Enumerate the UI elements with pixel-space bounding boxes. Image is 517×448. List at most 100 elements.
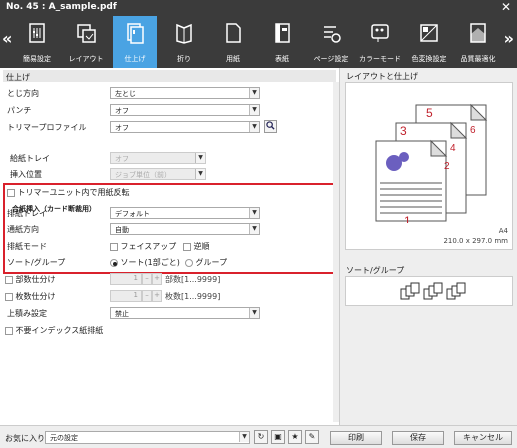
tab-cover[interactable]: 表紙 xyxy=(260,16,304,68)
binding-label: とじ方向 xyxy=(7,89,39,98)
floppy-icon: ▣ xyxy=(274,432,282,441)
scroll-left-icon[interactable]: « xyxy=(2,29,12,48)
sort-radio-label: ソート(1部ごと) xyxy=(120,258,180,267)
refresh-button[interactable]: ↻ xyxy=(254,430,268,444)
stack-value: 禁止 xyxy=(115,310,129,318)
output-tray-row: 排紙トレイ デフォルト ▼ xyxy=(0,206,340,221)
output-mode-row: 排紙モード フェイスアップ 逆順 xyxy=(0,239,340,254)
cover-icon xyxy=(275,23,290,43)
tab-quality[interactable]: 品質最適化 xyxy=(456,16,500,68)
layout-icon xyxy=(77,24,96,43)
trim-flip-checkbox[interactable]: トリマーユニット内で用紙反転 xyxy=(7,187,130,198)
color-convert-icon xyxy=(420,24,438,42)
binding-select[interactable]: 左とじ ▼ xyxy=(110,87,260,99)
page-number: 3 xyxy=(400,124,407,138)
print-button[interactable]: 印刷 xyxy=(330,431,382,445)
edit-icon: ✎ xyxy=(308,432,316,441)
tab-quick-setting[interactable]: 簡易設定 xyxy=(15,16,59,68)
refresh-icon: ↻ xyxy=(257,432,265,441)
edit-favorite-button[interactable]: ✎ xyxy=(305,430,319,444)
insert-pos-value: ジョブ単位（前） xyxy=(115,171,171,179)
chevron-down-icon: ▼ xyxy=(195,153,205,163)
favorites-select[interactable]: 元の設定 ▼ xyxy=(45,431,250,444)
tab-label: 用紙 xyxy=(226,55,240,63)
page-number: 6 xyxy=(470,125,476,136)
stack-label: 上積み設定 xyxy=(7,309,47,318)
close-icon[interactable]: ✕ xyxy=(501,0,511,14)
tab-label: 仕上げ xyxy=(124,55,146,63)
page-number: 5 xyxy=(426,106,433,120)
save-favorite-button[interactable]: ▣ xyxy=(271,430,285,444)
tab-label: ページ設定 xyxy=(313,55,349,63)
reverse-checkbox[interactable]: 逆順 xyxy=(183,241,210,252)
finishing-icon xyxy=(127,23,144,44)
page-number: 4 xyxy=(450,143,456,154)
favorites-value: 元の設定 xyxy=(50,434,78,442)
scrollbar[interactable] xyxy=(333,82,339,422)
insert-pos-row: 挿入位置 ジョブ単位（前） ▼ xyxy=(0,167,340,182)
trimmer-label: トリマープロファイル xyxy=(7,123,87,132)
tab-label: 品質最適化 xyxy=(460,55,496,63)
tab-fold[interactable]: 折り xyxy=(162,16,206,68)
plus-icon[interactable]: + xyxy=(152,290,162,302)
sort-graphic xyxy=(400,282,466,300)
copy-split-label: 部数仕分け xyxy=(15,275,56,284)
tab-paper[interactable]: 用紙 xyxy=(211,16,255,68)
unneeded-index-checkbox[interactable]: 不要インデックス紙排紙 xyxy=(5,325,103,336)
output-mode-label: 排紙モード xyxy=(7,242,47,251)
group-radio[interactable]: グループ xyxy=(185,257,227,268)
face-up-checkbox[interactable]: フェイスアップ xyxy=(110,241,176,252)
copy-split-row: 部数仕分け 1 – + 部数[1...9999] xyxy=(0,272,340,287)
trimmer-select[interactable]: オフ ▼ xyxy=(110,121,260,133)
cancel-button[interactable]: キャンセル xyxy=(454,431,512,445)
settings-panel: 仕上げ とじ方向 左とじ ▼ パンチ オフ ▼ トリマープロファイル オフ ▼ 合紙挿… xyxy=(0,68,340,425)
scroll-right-icon[interactable]: » xyxy=(504,29,514,48)
tab-page-setting[interactable]: ページ設定 xyxy=(309,16,353,68)
chevron-down-icon: ▼ xyxy=(249,122,259,132)
punch-select[interactable]: オフ ▼ xyxy=(110,104,260,116)
paper-icon xyxy=(226,23,241,43)
output-tray-select[interactable]: デフォルト ▼ xyxy=(110,207,260,219)
stack-select[interactable]: 禁止 ▼ xyxy=(110,307,260,319)
insert-tray-select[interactable]: オフ ▼ xyxy=(110,152,206,164)
path-value: 自動 xyxy=(115,226,129,234)
section-title: 仕上げ xyxy=(3,70,336,82)
output-tray-value: デフォルト xyxy=(115,210,150,218)
add-favorite-button[interactable]: ★ xyxy=(288,430,302,444)
sort-preview xyxy=(345,276,513,306)
color-mode-icon xyxy=(371,24,389,42)
trimmer-value: オフ xyxy=(115,124,129,132)
toolbar: « 簡易設定 レイアウト 仕上げ 折り 用紙 表紙 ページ設定 カラーモード 色… xyxy=(0,15,517,68)
chevron-down-icon: ▼ xyxy=(249,105,259,115)
sheet-split-input[interactable]: 1 xyxy=(110,290,142,302)
punch-row: パンチ オフ ▼ xyxy=(0,103,340,118)
copy-split-checkbox[interactable]: 部数仕分け xyxy=(5,274,56,285)
tab-finishing[interactable]: 仕上げ xyxy=(113,16,157,68)
chevron-down-icon: ▼ xyxy=(195,169,205,179)
copy-split-input[interactable]: 1 xyxy=(110,273,142,285)
title-bar: No. 45 : A_sample.pdf ✕ xyxy=(0,0,517,15)
sort-radio[interactable]: ソート(1部ごと) xyxy=(110,257,180,268)
sort-label: ソート/グループ xyxy=(7,258,66,267)
sheet-split-row: 枚数仕分け 1 – + 枚数[1...9999] xyxy=(0,289,340,304)
sheet-split-checkbox[interactable]: 枚数仕分け xyxy=(5,291,56,302)
tab-color-mode[interactable]: カラーモード xyxy=(358,16,402,68)
tab-layout[interactable]: レイアウト xyxy=(64,16,108,68)
search-icon xyxy=(266,121,275,130)
path-select[interactable]: 自動 ▼ xyxy=(110,223,260,235)
face-up-label: フェイスアップ xyxy=(120,242,177,251)
tab-color-convert[interactable]: 色変換設定 xyxy=(407,16,451,68)
minus-icon[interactable]: – xyxy=(142,290,152,302)
insert-tray-label: 給紙トレイ xyxy=(10,154,50,163)
bottom-bar: お気に入り 元の設定 ▼ ↻ ▣ ★ ✎ 印刷 保存 キャンセル xyxy=(0,425,517,448)
binding-value: 左とじ xyxy=(115,90,136,98)
plus-icon[interactable]: + xyxy=(152,273,162,285)
save-button[interactable]: 保存 xyxy=(392,431,444,445)
minus-icon[interactable]: – xyxy=(142,273,152,285)
insert-pos-select[interactable]: ジョブ単位（前） ▼ xyxy=(110,168,206,180)
favorites-label: お気に入り xyxy=(5,434,45,443)
trimmer-search-button[interactable] xyxy=(264,120,277,133)
stack-row: 上積み設定 禁止 ▼ xyxy=(0,306,340,321)
chevron-down-icon: ▼ xyxy=(249,308,259,318)
preview-panel: レイアウトと仕上げ 5 6 3 4 1 2 A4 210.0 x 297.0 m… xyxy=(341,68,517,425)
